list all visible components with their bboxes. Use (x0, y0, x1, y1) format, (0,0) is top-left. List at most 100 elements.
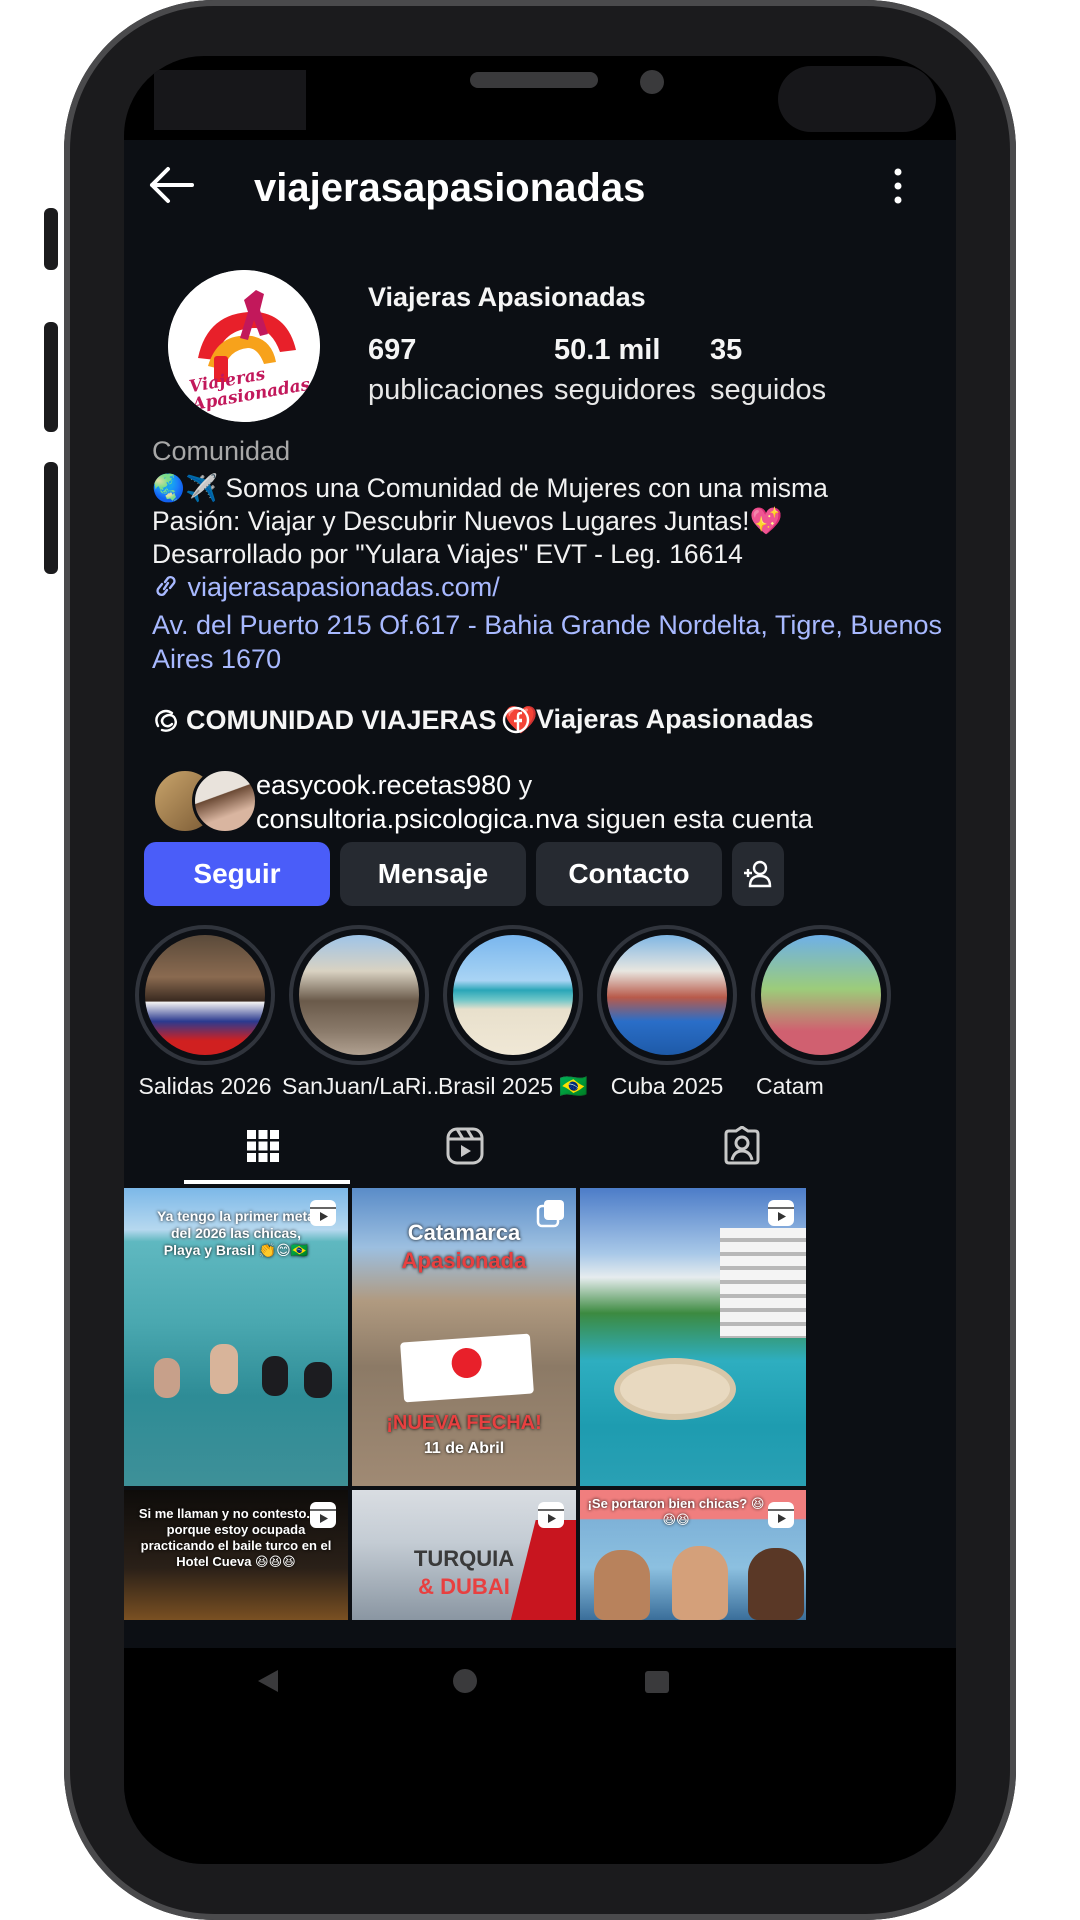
threads-chat-icon (155, 709, 177, 732)
stat-posts[interactable]: 697 publicaciones (368, 330, 544, 410)
message-button[interactable]: Mensaje (340, 842, 526, 906)
post-thumbnail[interactable]: TURQUIA & DUBAI (352, 1490, 576, 1620)
highlight-thumbnail (299, 935, 419, 1055)
post-overlay-title: & DUBAI (418, 1574, 510, 1599)
post-person (594, 1550, 650, 1620)
back-arrow-icon[interactable] (146, 162, 196, 208)
front-camera (640, 70, 664, 94)
highlight-item[interactable]: Brasil 2025 🇧🇷 (436, 925, 590, 1100)
highlight-item[interactable]: Catam (744, 925, 898, 1100)
highlight-thumbnail (453, 935, 573, 1055)
status-bar-right (778, 66, 936, 132)
contact-button[interactable]: Contacto (536, 842, 722, 906)
reel-icon (768, 1200, 794, 1226)
community-chip[interactable]: COMUNIDAD VIAJERAS ❤️ (152, 704, 538, 736)
post-people (144, 1338, 334, 1398)
content-tabs (124, 1108, 956, 1188)
post-overlay-title: Apasionada (401, 1248, 527, 1273)
highlight-label: Salidas 2026 (138, 1073, 272, 1099)
followed-by-suffix: siguen esta cuenta (578, 804, 813, 834)
instagram-profile: viajerasapasionadas Viajeras Apasionadas … (124, 140, 956, 1864)
facebook-chip-label: Viajeras Apasionadas (536, 704, 814, 734)
stat-followers[interactable]: 50.1 mil seguidores (554, 330, 696, 410)
followed-by-conj: y (511, 770, 533, 800)
top-bar: viajerasapasionadas (124, 140, 956, 230)
add-person-icon (744, 860, 772, 888)
post-overlay-title: TURQUIA (413, 1546, 515, 1571)
post-person (748, 1548, 804, 1620)
post-overlay-date: 11 de Abril (423, 1440, 505, 1457)
address-link[interactable]: Av. del Puerto 215 Of.617 - Bahia Grande… (152, 608, 942, 676)
highlight-thumbnail (761, 935, 881, 1055)
follower-username[interactable]: consultoria.psicologica.nva (256, 804, 579, 834)
notch (310, 56, 770, 122)
highlight-label: Brasil 2025 🇧🇷 (437, 1073, 589, 1099)
website-link[interactable]: viajerasapasionadas.com/ (152, 572, 500, 603)
followed-by-text: easycook.recetas980 y consultoria.psicol… (256, 768, 946, 836)
status-bar-left (154, 70, 306, 130)
bio-line: Pasión: Viajar y Descubrir Nuevos Lugare… (152, 506, 783, 536)
highlight-label: SanJuan/LaRi... (282, 1073, 446, 1099)
phone-side-button (44, 462, 58, 574)
stat-value: 35 (710, 334, 743, 366)
tagged-person-icon (724, 1126, 760, 1165)
post-thumbnail[interactable]: ¡Se portaron bien chicas? 😆😆😆 (580, 1490, 806, 1620)
link-icon (156, 575, 176, 597)
grid-icon (246, 1130, 279, 1162)
bio-line: Desarrollado por "Yulara Viajes" EVT - L… (152, 539, 743, 569)
phone-side-button (44, 208, 58, 270)
highlight-item[interactable]: SanJuan/LaRi... (282, 925, 446, 1100)
stat-label: publicaciones (368, 374, 544, 406)
profile-category: Comunidad (152, 436, 291, 466)
system-navigation-bar (124, 1648, 956, 1864)
active-tab-indicator (184, 1180, 350, 1184)
nav-back-icon[interactable] (254, 1668, 282, 1694)
follower-avatar (192, 768, 258, 834)
post-hotel (720, 1228, 806, 1338)
stat-value: 50.1 mil (554, 334, 661, 366)
highlight-label: Catam (756, 1073, 824, 1099)
bio-line: 🌏✈️ Somos una Comunidad de Mujeres con u… (152, 473, 828, 503)
nav-recents-icon[interactable] (644, 1670, 670, 1694)
tab-tagged[interactable] (602, 1108, 882, 1184)
post-thumbnail[interactable]: Ya tengo la primer meta del 2026 las chi… (124, 1188, 348, 1486)
reel-icon (310, 1200, 336, 1226)
tab-reels[interactable] (325, 1108, 605, 1184)
phone-screen: viajerasapasionadas Viajeras Apasionadas … (124, 56, 956, 1864)
reel-icon (538, 1502, 564, 1528)
page-title: viajerasapasionadas (254, 166, 646, 210)
facebook-icon (502, 706, 530, 733)
post-thumbnail[interactable]: Si me llaman y no contesto.. Es porque e… (124, 1490, 348, 1620)
carousel-icon (536, 1200, 564, 1228)
reels-icon (446, 1127, 484, 1165)
stat-value: 697 (368, 334, 417, 366)
phone-side-button (44, 322, 58, 432)
profile-avatar[interactable]: Viajeras Apasionadas (168, 270, 320, 422)
stat-label: seguidos (710, 374, 827, 406)
follow-button[interactable]: Seguir (144, 842, 330, 906)
follower-username[interactable]: easycook.recetas980 (256, 770, 511, 800)
highlight-item[interactable]: Cuba 2025 (590, 925, 744, 1100)
stat-label: seguidores (554, 374, 696, 406)
post-overlay-banner: ¡NUEVA FECHA! (386, 1412, 542, 1434)
profile-bio: 🌏✈️ Somos una Comunidad de Mujeres con u… (152, 472, 942, 571)
profile-name: Viajeras Apasionadas (368, 282, 646, 312)
post-thumbnail[interactable] (580, 1188, 806, 1486)
more-options-icon[interactable] (878, 164, 918, 208)
highlight-thumbnail (607, 935, 727, 1055)
post-banner (400, 1333, 534, 1403)
highlight-label: Cuba 2025 (610, 1073, 724, 1099)
stat-following[interactable]: 35 seguidos (710, 330, 826, 410)
suggest-user-button[interactable] (732, 842, 784, 906)
community-chip-label: COMUNIDAD VIAJERAS ❤️ (186, 705, 538, 735)
highlight-item[interactable]: Salidas 2026 (128, 925, 282, 1100)
nav-home-icon[interactable] (452, 1668, 478, 1694)
speaker (470, 72, 598, 88)
post-thumbnail[interactable]: Catamarca Apasionada ¡NUEVA FECHA! 11 de… (352, 1188, 576, 1486)
post-person (672, 1546, 728, 1620)
highlight-thumbnail (145, 935, 265, 1055)
website-url: viajerasapasionadas.com/ (187, 572, 500, 602)
facebook-chip[interactable]: Viajeras Apasionadas (502, 704, 814, 735)
reel-icon (310, 1502, 336, 1528)
reel-icon (768, 1502, 794, 1528)
